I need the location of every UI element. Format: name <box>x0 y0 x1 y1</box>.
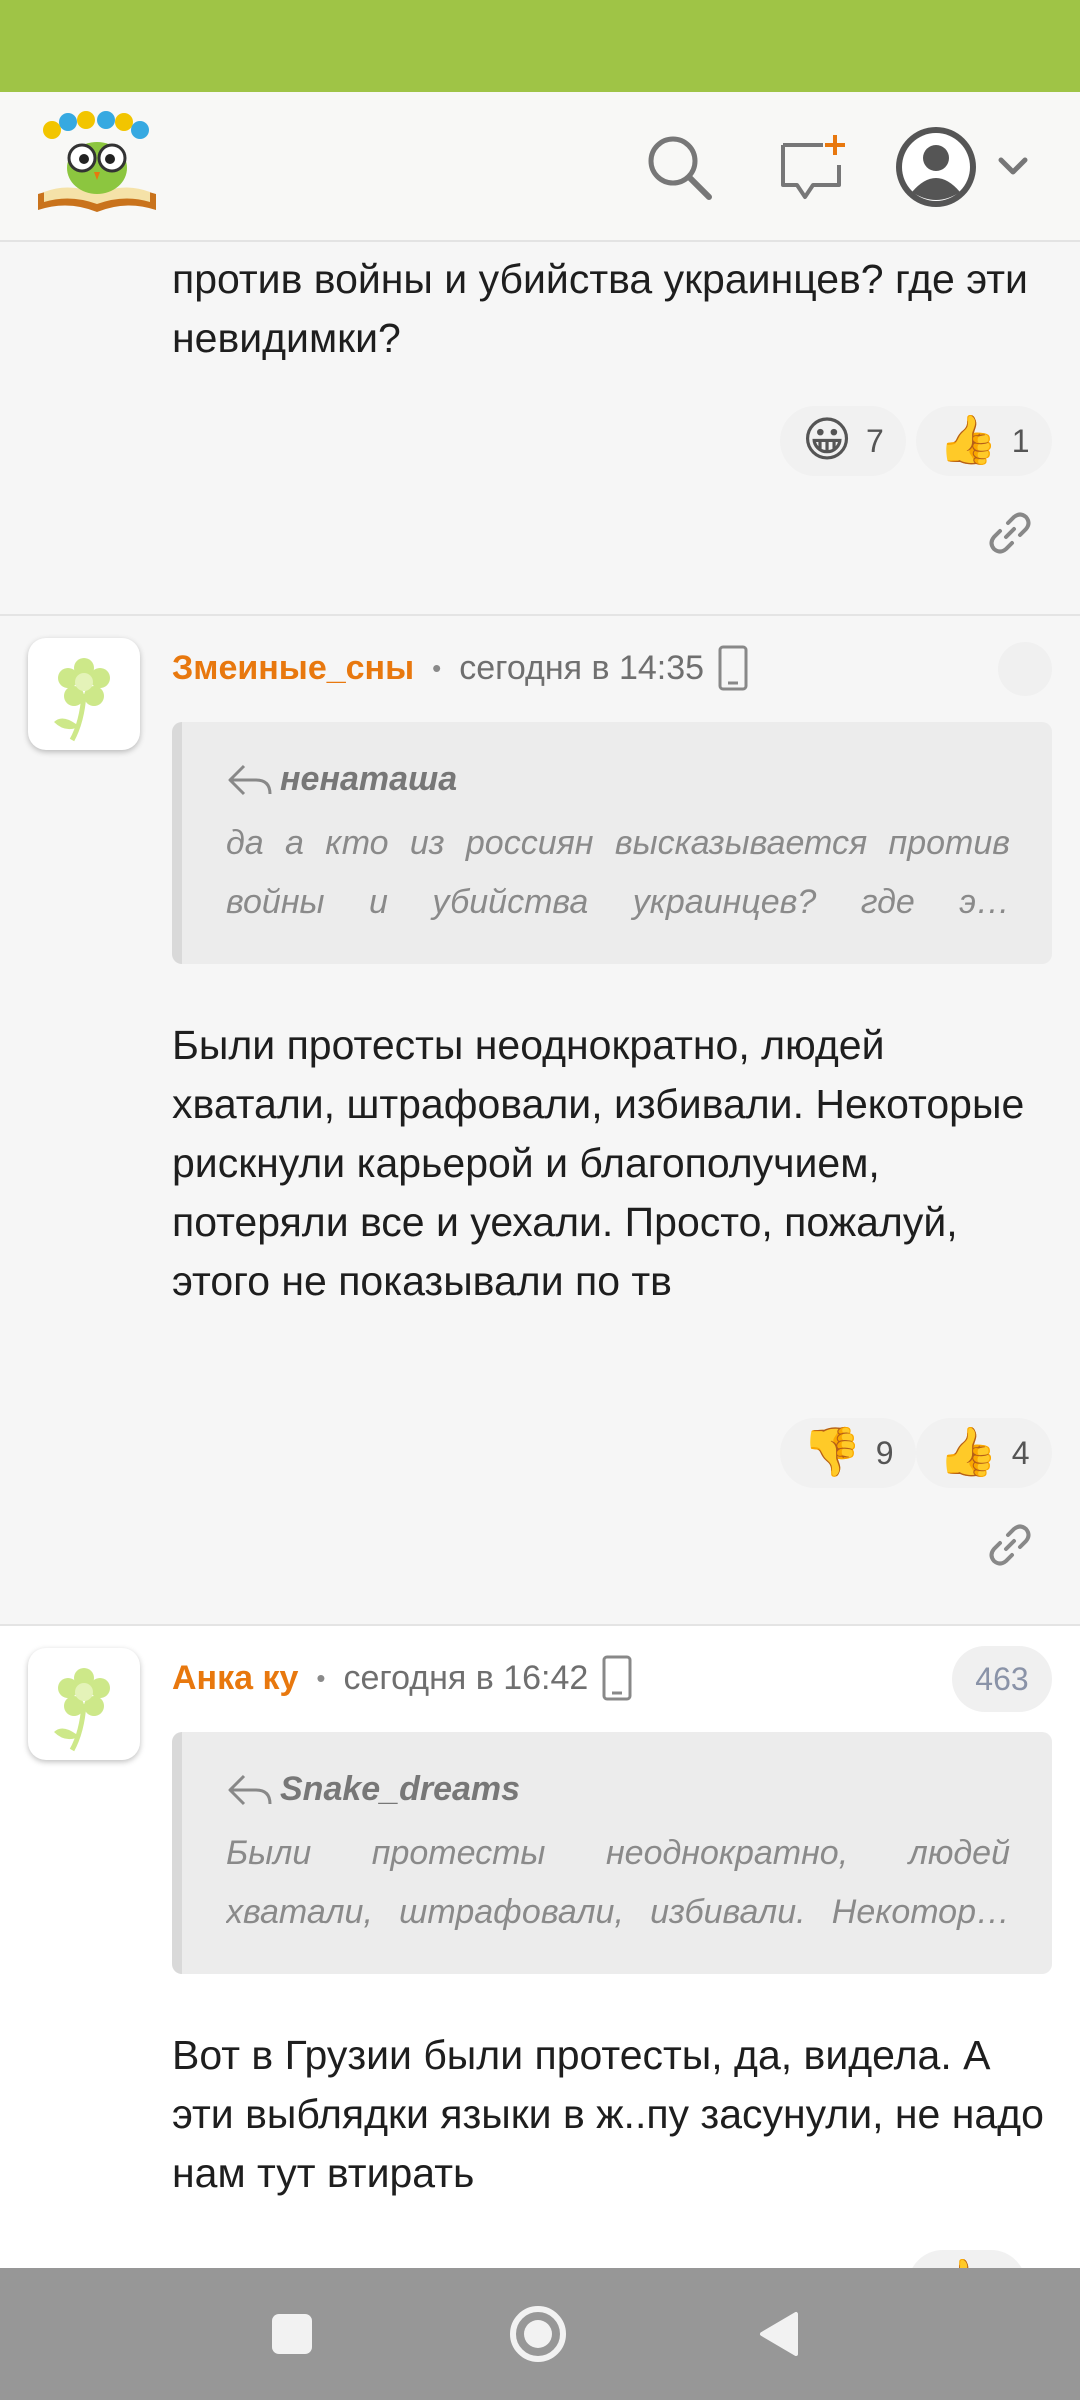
meta-separator: • <box>316 1662 326 1693</box>
home-circle-icon <box>510 2306 566 2362</box>
comment-item: Анка ку • сегодня в 16:42 463 Snake_drea… <box>0 1626 1080 2268</box>
comment-text: Были протесты неоднократно, людей хватал… <box>172 1022 1025 1304</box>
reply-arrow-icon <box>228 764 272 795</box>
back-button[interactable] <box>744 2298 816 2370</box>
quote-text: да а кто из россиян высказывается против… <box>226 824 1010 921</box>
reaction-count: 7 <box>866 422 884 459</box>
new-message-button[interactable] <box>768 122 858 212</box>
new-message-icon <box>781 135 845 199</box>
comment-meta: Змеиные_сны • сегодня в 14:35 <box>172 640 748 696</box>
thumbs-up-icon: 👍 <box>938 414 998 467</box>
comment-item: Змеиные_сны • сегодня в 14:35 ненаташа д… <box>0 616 1080 1624</box>
quote-author-name: ненаташа <box>280 760 458 798</box>
comment-text: против войны и убийства украинцев? где э… <box>172 256 1028 361</box>
grinning-face-icon: 😀 <box>802 414 853 467</box>
thumbs-up-icon: 👍 <box>930 2261 990 2269</box>
quote-text: Были протесты неоднократно, людей хватал… <box>226 1834 1010 1931</box>
status-bar <box>0 0 1080 92</box>
avatar[interactable] <box>28 638 140 750</box>
mobile-device-icon <box>718 645 748 691</box>
reaction-count: 1 <box>1011 422 1030 459</box>
profile-avatar-icon <box>896 127 1028 207</box>
link-icon <box>989 512 1031 554</box>
quote-author-name: Snake_dreams <box>280 1770 521 1808</box>
reply-arrow-icon <box>228 1774 272 1805</box>
comment-time: сегодня в 16:42 <box>343 1658 589 1697</box>
copy-link-button[interactable] <box>975 498 1045 568</box>
thumbs-up-icon: 👍 <box>938 1426 998 1479</box>
quote-author: ненаташа <box>226 760 457 799</box>
quoted-reply[interactable]: ненаташа да а кто из россиян высказывает… <box>172 722 1052 964</box>
quote-author: Snake_dreams <box>226 1770 520 1809</box>
reaction-like-button[interactable]: 👍 <box>908 2250 1026 2268</box>
author-name[interactable]: Змеиные_сны <box>172 649 414 688</box>
recents-button[interactable] <box>256 2298 328 2370</box>
reaction-like-button[interactable]: 👍 4 <box>916 1418 1052 1488</box>
reaction-count: 9 <box>875 1434 894 1471</box>
owl-on-book-logo-icon <box>38 111 156 212</box>
profile-menu-button[interactable] <box>896 122 1046 212</box>
app-header <box>0 92 1080 242</box>
search-icon <box>648 136 712 200</box>
reaction-like-button[interactable]: 👍 1 <box>916 406 1052 476</box>
comment-meta: Анка ку • сегодня в 16:42 <box>172 1650 632 1706</box>
rating-badge[interactable]: 463 <box>952 1646 1052 1712</box>
flower-avatar-icon <box>54 1668 110 1752</box>
meta-separator: • <box>432 652 442 683</box>
comment-item: против войны и убийства украинцев? где э… <box>0 244 1080 614</box>
flower-avatar-icon <box>54 658 110 742</box>
reaction-dislike-button[interactable]: 👎 9 <box>780 1418 916 1488</box>
reaction-count: 4 <box>1011 1434 1030 1471</box>
back-triangle-icon <box>760 2312 798 2356</box>
system-nav-bar <box>0 2268 1080 2400</box>
site-logo[interactable] <box>34 110 160 222</box>
quoted-reply[interactable]: Snake_dreams Были протесты неоднократно,… <box>172 1732 1052 1974</box>
link-icon <box>989 1524 1031 1566</box>
comment-time: сегодня в 14:35 <box>459 648 705 687</box>
copy-link-button[interactable] <box>975 1510 1045 1580</box>
comment-text: Вот в Грузии были протесты, да, видела. … <box>172 2032 1044 2196</box>
author-name[interactable]: Анка ку <box>172 1659 298 1698</box>
search-button[interactable] <box>634 122 724 212</box>
avatar[interactable] <box>28 1648 140 1760</box>
square-icon <box>272 2314 312 2354</box>
home-button[interactable] <box>502 2298 574 2370</box>
comments-feed[interactable]: против войны и убийства украинцев? где э… <box>0 244 1080 2268</box>
reaction-laugh-button[interactable]: 😀 7 <box>780 406 906 476</box>
mobile-device-icon <box>602 1655 632 1701</box>
thumbs-down-icon: 👎 <box>802 1426 862 1479</box>
rating-badge[interactable] <box>998 642 1052 696</box>
